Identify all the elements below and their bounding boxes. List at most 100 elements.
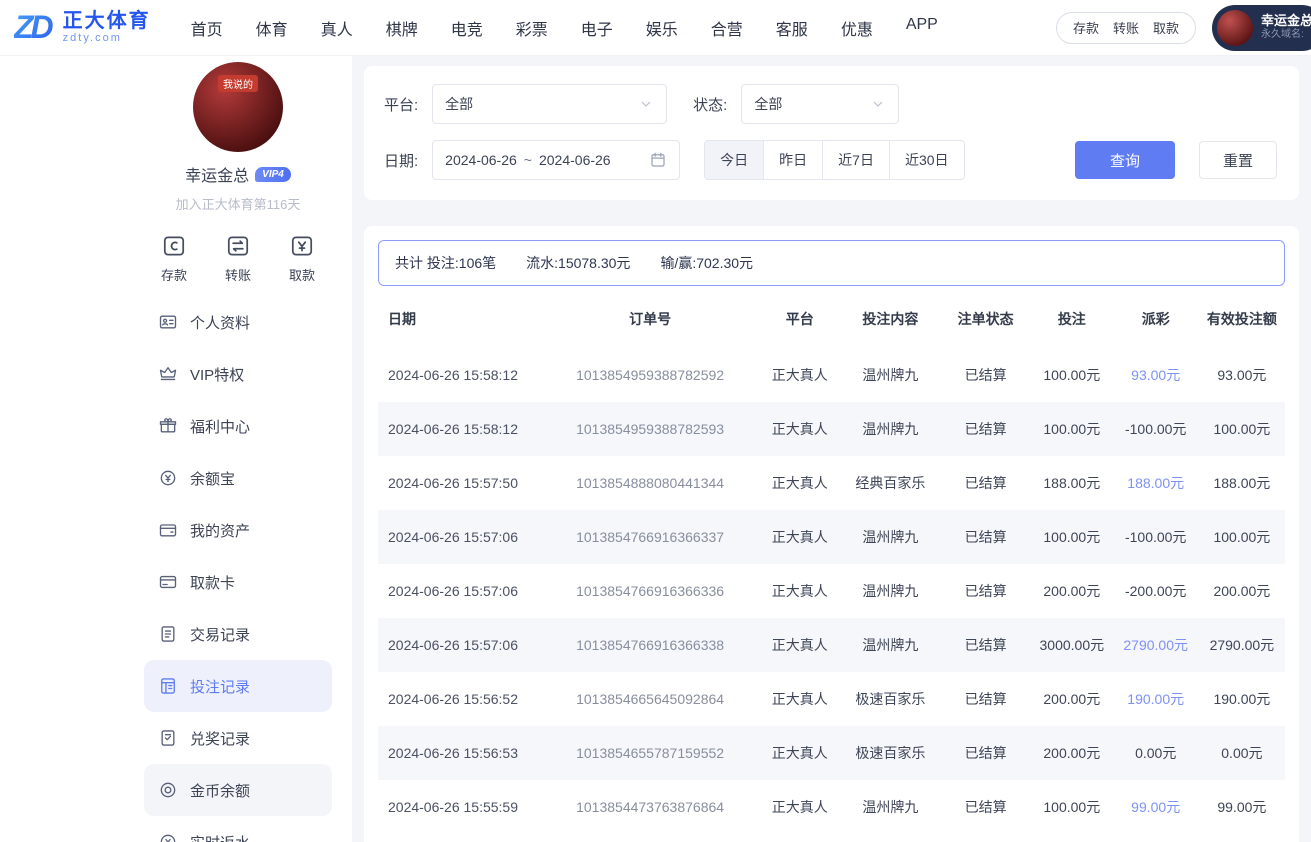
profile-icon (158, 312, 178, 332)
nav-item-app[interactable]: APP (906, 16, 938, 40)
nav-item-esports[interactable]: 电竞 (451, 16, 483, 40)
cell-platform: 正大真人 (759, 672, 841, 726)
cell-order-no: 1013854888080441344 (541, 456, 759, 510)
table-row: 2024-06-26 15:56:521013854665645092864正大… (378, 672, 1285, 726)
nav-item-slots[interactable]: 电子 (581, 16, 613, 40)
cell-valid: 100.00元 (1199, 402, 1285, 456)
sidebar-item-label: VIP特权 (190, 364, 244, 385)
sidebar-item-rebate[interactable]: 实时返水 (144, 816, 332, 842)
quick-action-deposit[interactable]: 存款 (150, 233, 198, 284)
nav-item-service[interactable]: 客服 (776, 16, 808, 40)
cell-date: 2024-06-26 15:57:06 (378, 618, 541, 672)
cell-status: 已结算 (940, 618, 1031, 672)
quick-actions: 存款转账取款 (144, 233, 332, 284)
cell-valid: 93.00元 (1199, 348, 1285, 402)
sidebar-item-bets[interactable]: 投注记录 (144, 660, 332, 712)
cell-date: 2024-06-26 15:58:12 (378, 402, 541, 456)
cell-valid: 100.00元 (1199, 510, 1285, 564)
cell-payout: -200.00元 (1113, 564, 1199, 618)
cell-content: 极速百家乐 (841, 672, 941, 726)
cell-payout: 190.00元 (1113, 672, 1199, 726)
cell-platform: 正大真人 (759, 348, 841, 402)
cell-order-no: 1013854766916366337 (541, 510, 759, 564)
sidebar-item-welfare[interactable]: 福利中心 (144, 400, 332, 452)
cell-order-no: 1013854665645092864 (541, 672, 759, 726)
nav-item-promo[interactable]: 优惠 (841, 16, 873, 40)
table-row: 2024-06-26 15:57:501013854888080441344正大… (378, 456, 1285, 510)
nav-item-lottery[interactable]: 彩票 (516, 16, 548, 40)
cell-status: 已结算 (940, 348, 1031, 402)
cell-date: 2024-06-26 15:58:12 (378, 348, 541, 402)
sidebar-item-label: 交易记录 (190, 624, 250, 645)
summary-item: 输/赢:702.30元 (660, 253, 753, 273)
col-header-2: 平台 (759, 290, 841, 348)
range-yesterday[interactable]: 昨日 (763, 141, 822, 179)
table-row: 2024-06-26 15:57:061013854766916366338正大… (378, 618, 1285, 672)
cell-status: 已结算 (940, 456, 1031, 510)
sidebar-item-redeem[interactable]: 兑奖记录 (144, 712, 332, 764)
table-card: 共计 投注:106笔流水:15078.30元输/赢:702.30元 日期订单号平… (364, 226, 1299, 842)
sidebar-item-assets[interactable]: 我的资产 (144, 504, 332, 556)
wallet-actions: 存款转账取款 (1056, 12, 1196, 44)
redeem-icon (158, 728, 178, 748)
sidebar-item-gold-balance[interactable]: 金币余额 (144, 764, 332, 816)
nav-item-sports[interactable]: 体育 (256, 16, 288, 40)
status-select-value: 全部 (754, 94, 782, 114)
wallet-action-transfer[interactable]: 转账 (1113, 18, 1139, 37)
nav-item-home[interactable]: 首页 (191, 16, 223, 40)
wallet-action-withdraw[interactable]: 取款 (1153, 18, 1179, 37)
nav-item-live[interactable]: 真人 (321, 16, 353, 40)
status-select[interactable]: 全部 (741, 84, 899, 124)
cell-payout: -100.00元 (1113, 510, 1199, 564)
reset-button[interactable]: 重置 (1199, 141, 1277, 179)
sidebar-item-label: 我的资产 (190, 520, 250, 541)
sidebar-item-transactions[interactable]: 交易记录 (144, 608, 332, 660)
wallet-action-deposit[interactable]: 存款 (1073, 18, 1099, 37)
cell-payout: 188.00元 (1113, 456, 1199, 510)
nav-item-chess[interactable]: 棋牌 (386, 16, 418, 40)
date-range-input[interactable]: 2024-06-26 ~ 2024-06-26 (432, 140, 680, 180)
cell-content: 温州牌九 (841, 780, 941, 834)
cell-bet: 200.00元 (1031, 564, 1113, 618)
sidebar-item-yuebao[interactable]: 余额宝 (144, 452, 332, 504)
cell-order-no: 1013854766916366336 (541, 564, 759, 618)
sidebar-item-vip[interactable]: VIP特权 (144, 348, 332, 400)
bankcard-icon (158, 572, 178, 592)
summary-item: 流水:15078.30元 (526, 253, 630, 273)
platform-select[interactable]: 全部 (432, 84, 667, 124)
profile-name-row: 幸运金总 VIP4 (144, 162, 332, 186)
transactions-icon (158, 624, 178, 644)
filter-row-selects: 平台: 全部 状态: 全部 (384, 84, 1279, 124)
profile-avatar[interactable]: 我说的 (193, 62, 283, 152)
range-last7d[interactable]: 近7日 (822, 141, 889, 179)
cell-content: 温州牌九 (841, 564, 941, 618)
quick-action-withdraw[interactable]: 取款 (278, 233, 326, 284)
cell-platform: 正大真人 (759, 726, 841, 780)
nav-item-joint[interactable]: 合营 (711, 16, 743, 40)
filter-card: 平台: 全部 状态: 全部 日期: 2024-06-26 ~ 2024-06-2… (364, 66, 1299, 200)
cell-bet: 100.00元 (1031, 510, 1113, 564)
search-button[interactable]: 查询 (1075, 141, 1175, 179)
main-nav: 首页 体育 真人 棋牌 电竞 彩票 电子 娱乐 合营 客服 优惠 APP (191, 16, 938, 40)
profile-username: 幸运金总 (185, 162, 249, 186)
sidebar-item-profile[interactable]: 个人资料 (144, 296, 332, 348)
range-last30d[interactable]: 近30日 (889, 141, 964, 179)
cell-content: 温州牌九 (841, 348, 941, 402)
calendar-icon (649, 151, 667, 169)
assets-icon (158, 520, 178, 540)
welfare-icon (158, 416, 178, 436)
cell-date: 2024-06-26 15:56:52 (378, 672, 541, 726)
user-meta: 幸运金总 永久域名: (1261, 13, 1311, 42)
rebate-icon (158, 832, 178, 842)
nav-item-entertainment[interactable]: 娱乐 (646, 16, 678, 40)
range-today[interactable]: 今日 (705, 141, 763, 179)
sidebar-item-bankcard[interactable]: 取款卡 (144, 556, 332, 608)
brand-logo[interactable]: ZD 正大体育 zdty.com (14, 9, 151, 46)
profile-block: 我说的 幸运金总 VIP4 加入正大体育第116天 (144, 62, 332, 213)
quick-action-transfer[interactable]: 转账 (214, 233, 262, 284)
vip-icon (158, 364, 178, 384)
cell-content: 经典百家乐 (841, 456, 941, 510)
col-header-1: 订单号 (541, 290, 759, 348)
user-info[interactable]: 幸运金总 永久域名: (1212, 5, 1311, 51)
cell-bet: 100.00元 (1031, 348, 1113, 402)
